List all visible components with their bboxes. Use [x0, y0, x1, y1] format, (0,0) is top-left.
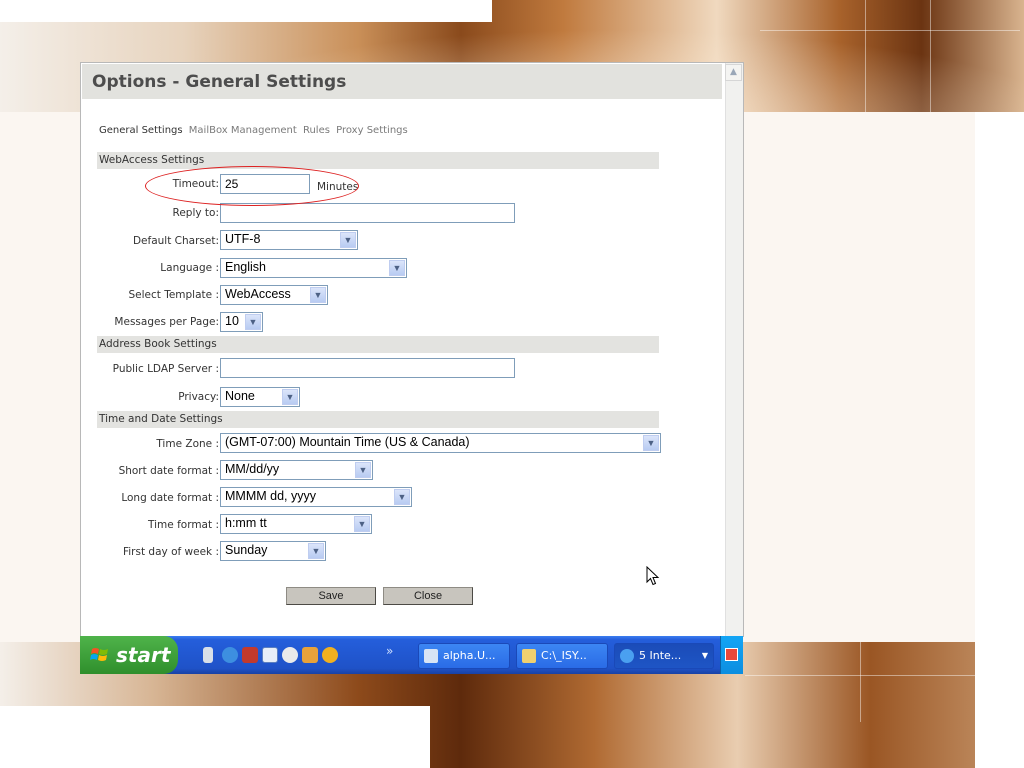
tab-rules[interactable]: Rules: [303, 125, 330, 136]
mouse-cursor-icon: [646, 566, 660, 586]
internet-explorer-icon: [620, 649, 634, 663]
quicklaunch-tool-icon[interactable]: [302, 647, 318, 663]
start-label: start: [116, 643, 171, 667]
timeout-highlight-ellipse: [145, 166, 359, 206]
chevron-down-icon[interactable]: ▼: [340, 232, 356, 248]
options-window: Options - General Settings ▲ General Set…: [80, 62, 744, 637]
chevron-down-icon[interactable]: ▼: [643, 435, 659, 451]
ldap-label: Public LDAP Server :: [112, 363, 219, 375]
taskbar-item-folder[interactable]: C:\_ISY...: [516, 643, 608, 669]
vertical-scrollbar[interactable]: ▲: [725, 63, 743, 636]
close-button[interactable]: Close: [383, 587, 473, 605]
template-select[interactable]: WebAccess ▼: [220, 285, 328, 305]
taskbar-item-internet-explorer[interactable]: 5 Inte... ▼: [614, 643, 714, 669]
first-day-label: First day of week :: [122, 546, 219, 558]
taskbar-item-alpha[interactable]: alpha.U...: [418, 643, 510, 669]
timezone-value: (GMT-07:00) Mountain Time (US & Canada): [225, 435, 470, 449]
quicklaunch-chart-icon[interactable]: [242, 647, 258, 663]
quicklaunch-ie-icon[interactable]: [222, 647, 238, 663]
chevron-down-icon[interactable]: ▼: [394, 489, 410, 505]
scroll-up-arrow-icon[interactable]: ▲: [725, 64, 742, 81]
taskbar: start » alpha.U... C:\_ISY... 5 Inte... ▼: [80, 636, 743, 674]
page-header: Options - General Settings: [82, 64, 722, 99]
first-day-select[interactable]: Sunday ▼: [220, 541, 326, 561]
start-button[interactable]: start: [80, 636, 178, 674]
messages-per-page-label: Messages per Page:: [114, 316, 219, 328]
template-value: WebAccess: [225, 287, 291, 301]
windows-logo-icon: [90, 647, 108, 661]
short-date-label: Short date format :: [118, 465, 219, 477]
charset-select[interactable]: UTF-8 ▼: [220, 230, 358, 250]
chevron-down-icon: ▼: [701, 651, 708, 660]
reply-to-label: Reply to:: [172, 207, 220, 219]
section-webaccess-settings: WebAccess Settings: [97, 152, 659, 169]
language-label: Language :: [160, 262, 219, 274]
save-button[interactable]: Save: [286, 587, 376, 605]
short-date-select[interactable]: MM/dd/yy ▼: [220, 460, 373, 480]
background-grid-line: [930, 0, 931, 112]
privacy-select[interactable]: None ▼: [220, 387, 300, 407]
tab-general-settings[interactable]: General Settings: [99, 125, 183, 136]
taskbar-item-label: alpha.U...: [443, 649, 496, 662]
page-title: Options - General Settings: [92, 72, 347, 92]
charset-value: UTF-8: [225, 232, 261, 246]
long-date-select[interactable]: MMMM dd, yyyy ▼: [220, 487, 412, 507]
tray-app-icon[interactable]: [725, 648, 738, 661]
first-day-value: Sunday: [225, 543, 268, 557]
background-grid-line: [860, 642, 861, 722]
privacy-label: Privacy:: [178, 391, 219, 403]
folder-icon: [522, 649, 536, 663]
time-format-label: Time format :: [148, 519, 219, 531]
ldap-server-input[interactable]: [220, 358, 515, 378]
messages-per-page-value: 10: [225, 314, 239, 328]
quicklaunch-media-icon[interactable]: [282, 647, 298, 663]
language-select[interactable]: English ▼: [220, 258, 407, 278]
chevron-down-icon[interactable]: ▼: [308, 543, 324, 559]
short-date-value: MM/dd/yy: [225, 462, 280, 476]
time-format-value: h:mm tt: [225, 516, 267, 530]
long-date-value: MMMM dd, yyyy: [225, 489, 316, 503]
system-tray[interactable]: [720, 636, 743, 674]
language-value: English: [225, 260, 266, 274]
quicklaunch-player-icon[interactable]: [322, 647, 338, 663]
background-white-tab: [0, 0, 492, 22]
quicklaunch-overflow-icon[interactable]: »: [386, 644, 393, 658]
section-address-book-settings: Address Book Settings: [97, 336, 659, 353]
application-window-icon: [424, 649, 438, 663]
chevron-down-icon[interactable]: ▼: [245, 314, 261, 330]
options-tabs: General Settings MailBox Management Rule…: [99, 125, 411, 136]
chevron-down-icon[interactable]: ▼: [389, 260, 405, 276]
tab-proxy-settings[interactable]: Proxy Settings: [336, 125, 408, 136]
background-bottom-white: [0, 706, 430, 768]
template-label: Select Template :: [128, 289, 219, 301]
long-date-label: Long date format :: [121, 492, 219, 504]
charset-label: Default Charset:: [132, 235, 219, 247]
quicklaunch-notepad-icon[interactable]: [203, 647, 213, 663]
chevron-down-icon[interactable]: ▼: [355, 462, 371, 478]
messages-per-page-select[interactable]: 10 ▼: [220, 312, 263, 332]
quicklaunch-window-icon[interactable]: [262, 647, 278, 663]
chevron-down-icon[interactable]: ▼: [354, 516, 370, 532]
taskbar-item-label: C:\_ISY...: [541, 649, 587, 662]
taskbar-item-label: 5 Inte...: [639, 649, 682, 662]
background-grid-line: [865, 0, 866, 112]
privacy-value: None: [225, 389, 255, 403]
chevron-down-icon[interactable]: ▼: [310, 287, 326, 303]
background-grid-line: [760, 30, 1020, 31]
timezone-select[interactable]: (GMT-07:00) Mountain Time (US & Canada) …: [220, 433, 661, 453]
time-format-select[interactable]: h:mm tt ▼: [220, 514, 372, 534]
chevron-down-icon[interactable]: ▼: [282, 389, 298, 405]
section-time-date-settings: Time and Date Settings: [97, 411, 659, 428]
timezone-label: Time Zone :: [156, 438, 219, 450]
reply-to-input[interactable]: [220, 203, 515, 223]
background-right-white: [975, 112, 1024, 768]
tab-mailbox-management[interactable]: MailBox Management: [189, 125, 297, 136]
